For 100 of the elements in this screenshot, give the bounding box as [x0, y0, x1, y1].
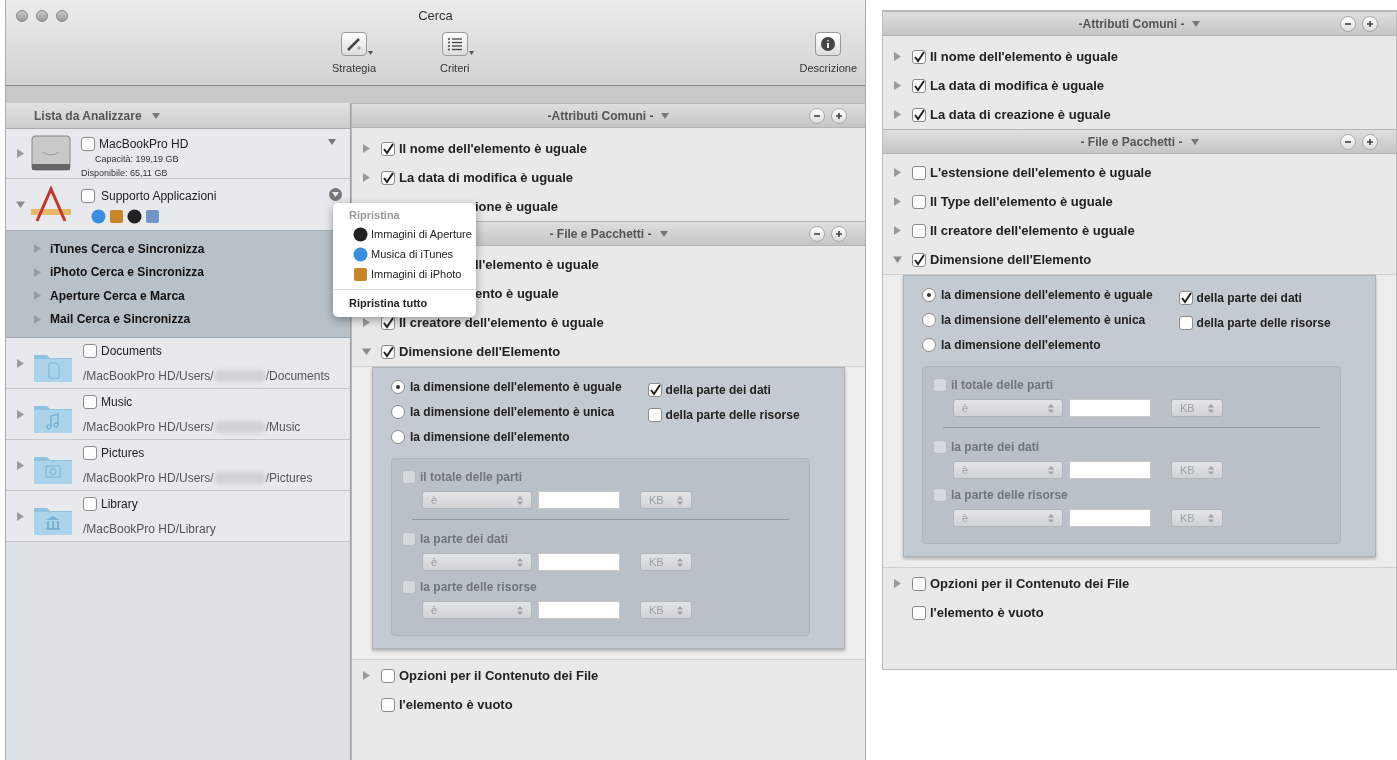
collapsed-triangle-icon[interactable] [16, 511, 25, 521]
add-button[interactable] [831, 225, 847, 242]
checkbox[interactable] [912, 576, 926, 591]
checkbox[interactable] [912, 223, 926, 238]
menu-item[interactable]: Ripristina tutto [333, 295, 476, 313]
option-label: la parte dei dati [951, 439, 1040, 456]
checkbox[interactable] [912, 165, 926, 180]
add-button[interactable] [1362, 133, 1378, 150]
menu-item[interactable]: Musica di iTunes [333, 244, 476, 264]
folder-name: Pictures [101, 444, 145, 462]
collapsed-triangle-icon[interactable] [362, 318, 371, 327]
collapsed-triangle-icon[interactable] [16, 149, 25, 158]
caret-icon[interactable] [328, 139, 336, 145]
capacity-label: Capacità: 199,19 GB [94, 153, 180, 166]
checkbox[interactable] [912, 194, 926, 209]
criterion-label: l'elemento è vuoto [399, 695, 513, 714]
expanded-triangle-icon[interactable] [362, 347, 371, 356]
collapsed-triangle-icon[interactable] [33, 314, 42, 324]
remove-button[interactable] [809, 107, 825, 124]
window-control-button[interactable] [36, 10, 48, 22]
window-title: Cerca [418, 7, 453, 26]
collapsed-triangle-icon[interactable] [893, 81, 902, 90]
collapsed-triangle-icon[interactable] [16, 409, 25, 419]
list-title[interactable]: Lista da Analizzare [34, 106, 142, 125]
up-down-arrows-icon [517, 557, 523, 567]
checkbox[interactable] [381, 668, 395, 683]
checkbox[interactable] [83, 394, 97, 409]
folder-name: Documents [101, 342, 162, 360]
add-button[interactable] [831, 107, 847, 124]
option-label: della parte dei dati [665, 382, 771, 399]
strategy-item[interactable]: iPhoto Cerca e Sincronizza [50, 263, 205, 282]
option-label: la parte delle risorse [951, 487, 1068, 504]
checkbox[interactable] [912, 78, 926, 93]
collapsed-triangle-icon[interactable] [362, 671, 371, 680]
section-title[interactable]: - File e Pacchetti - [549, 224, 652, 243]
toolbar-button[interactable]: Descrizione [799, 32, 857, 77]
option-label: della parte delle risorse [1196, 315, 1331, 332]
option-label: la parte delle risorse [420, 579, 537, 596]
checkbox[interactable] [381, 344, 395, 359]
remove-button[interactable] [809, 225, 825, 242]
menu-item[interactable]: Immagini di iPhoto [333, 264, 476, 284]
hard-drive-icon [29, 133, 73, 174]
toolbar-button[interactable]: Criteri [440, 32, 470, 77]
caret-icon [332, 192, 339, 197]
collapsed-triangle-icon[interactable] [893, 579, 902, 588]
collapsed-triangle-icon[interactable] [893, 197, 902, 206]
checkbox[interactable] [912, 107, 926, 122]
option-label: della parte dei dati [1196, 290, 1302, 307]
caret-icon [1192, 20, 1201, 27]
collapsed-triangle-icon[interactable] [362, 144, 371, 153]
window-control-button[interactable] [16, 10, 28, 22]
collapsed-triangle-icon[interactable] [893, 168, 902, 177]
collapsed-triangle-icon[interactable] [33, 291, 42, 301]
available-label: Disponibile: 65,11 GB [81, 166, 169, 180]
strategy-item[interactable]: Mail Cerca e Sincronizza [50, 310, 191, 329]
checkbox[interactable] [912, 49, 926, 64]
collapsed-triangle-icon[interactable] [893, 226, 902, 235]
collapsed-triangle-icon[interactable] [33, 267, 42, 277]
expanded-triangle-icon[interactable] [16, 200, 25, 209]
option-label: la dimensione dell'elemento è uguale [410, 379, 622, 396]
criterion-label: ione è uguale [475, 197, 559, 216]
lens-app-icon [353, 226, 368, 242]
checkbox[interactable] [912, 605, 926, 620]
section-title[interactable]: - File e Pacchetti - [1080, 132, 1183, 151]
caret-icon [659, 230, 668, 237]
up-down-arrows-icon [1048, 513, 1054, 523]
toolbar-button[interactable]: Strategia [332, 32, 377, 77]
collapsed-triangle-icon[interactable] [33, 244, 42, 254]
menu-item[interactable]: Immagini di Aperture [333, 224, 476, 244]
caret-icon [151, 112, 160, 119]
up-down-arrows-icon [1208, 465, 1214, 475]
add-button[interactable] [1362, 15, 1378, 32]
options-button[interactable] [329, 188, 342, 201]
collapsed-triangle-icon[interactable] [362, 173, 371, 182]
criterion-label: Il Type dell'elemento è uguale [930, 192, 1113, 211]
strategy-item[interactable]: iTunes Cerca e Sincronizza [50, 239, 205, 258]
strategy-item[interactable]: Aperture Cerca e Marca [50, 286, 185, 305]
checkbox[interactable] [83, 496, 97, 511]
checkbox[interactable] [81, 137, 95, 151]
up-down-arrows-icon [517, 605, 523, 615]
section-title[interactable]: -Attributi Comuni - [1078, 14, 1185, 33]
window-control-button[interactable] [56, 10, 68, 22]
remove-button[interactable] [1340, 133, 1356, 150]
collapsed-triangle-icon[interactable] [16, 460, 25, 470]
checkbox[interactable] [81, 189, 95, 203]
collapsed-triangle-icon[interactable] [893, 110, 902, 119]
checkbox[interactable] [83, 445, 97, 460]
checkbox[interactable] [83, 343, 97, 358]
expanded-triangle-icon[interactable] [893, 255, 902, 264]
checkbox[interactable] [381, 170, 395, 185]
checkbox[interactable] [381, 697, 395, 712]
option-label: la parte dei dati [420, 531, 509, 548]
checkbox[interactable] [912, 252, 926, 267]
criterion-label: Il creatore dell'elemento è uguale [930, 221, 1135, 240]
section-title[interactable]: -Attributi Comuni - [547, 106, 654, 125]
remove-button[interactable] [1340, 15, 1356, 32]
folder-name: Library [101, 495, 138, 513]
collapsed-triangle-icon[interactable] [893, 52, 902, 61]
collapsed-triangle-icon[interactable] [16, 358, 25, 368]
checkbox[interactable] [381, 141, 395, 156]
